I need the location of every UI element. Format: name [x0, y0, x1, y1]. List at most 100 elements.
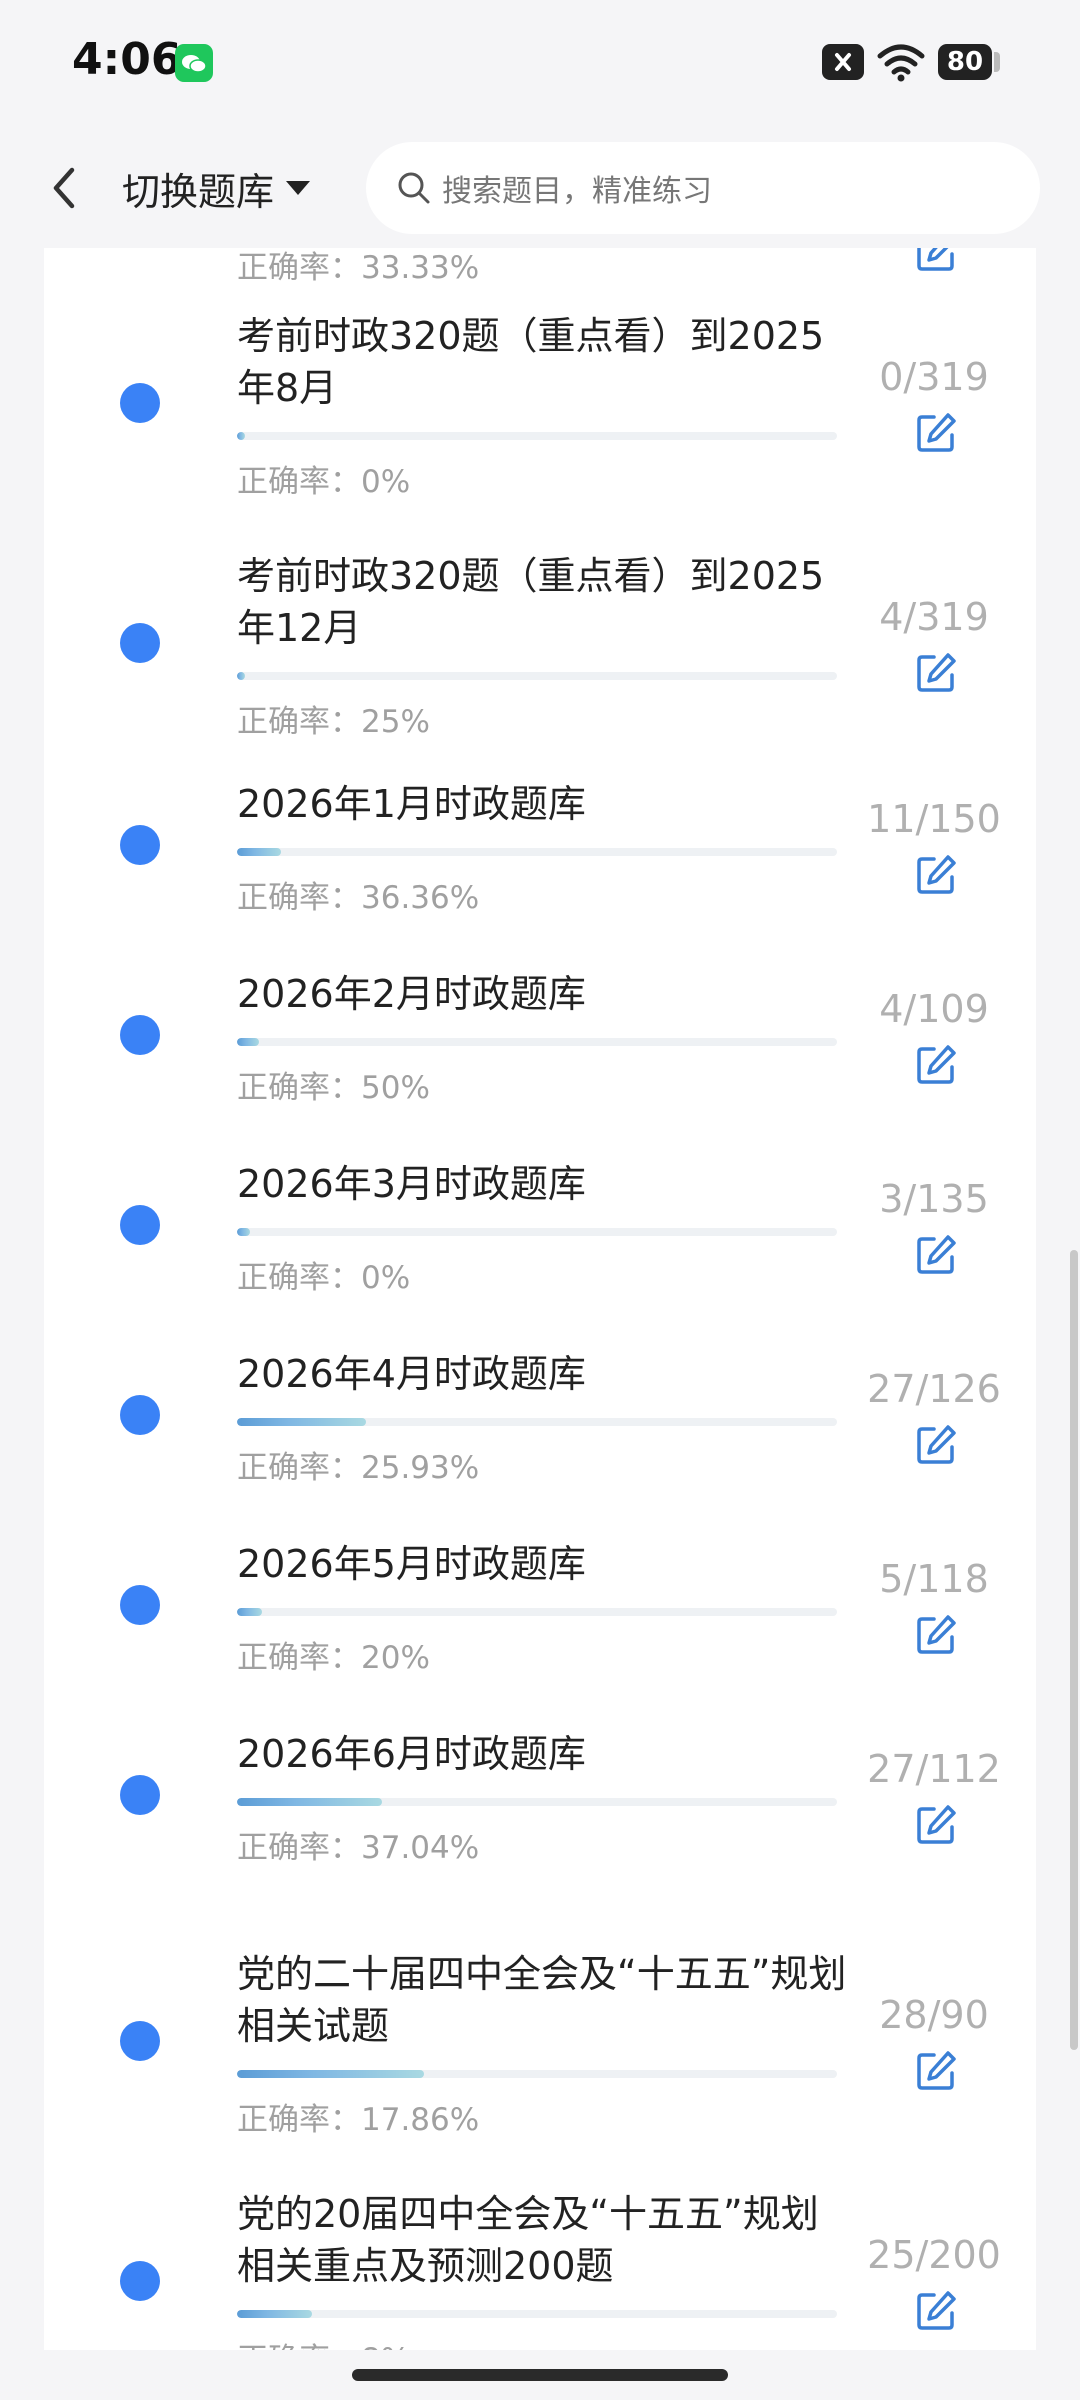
- list-item[interactable]: 2026年1月时政题库正确率：36.36% 11/150: [44, 778, 1036, 968]
- wifi-icon: [876, 40, 926, 84]
- search-icon: [398, 172, 430, 204]
- progress-bar: [237, 1038, 837, 1046]
- progress-bar: [237, 848, 837, 856]
- battery-tip: [994, 52, 1000, 72]
- progress-bar: [237, 1608, 837, 1616]
- status-time: 4:06: [72, 34, 182, 85]
- list-item[interactable]: 党的二十届四中全会及“十五五”规划相关试题正确率：17.86% 28/90: [44, 1948, 1036, 2186]
- wechat-icon: [175, 44, 213, 82]
- switch-bank-dropdown[interactable]: 切换题库: [122, 160, 311, 216]
- progress-count: 4/109: [879, 987, 989, 1031]
- status-bar: 4:06 80: [0, 0, 1080, 128]
- search-input[interactable]: 搜索题目，精准练习: [366, 142, 1040, 234]
- progress-count: 5/118: [879, 1557, 989, 1601]
- accuracy-text: 正确率：25.93%: [237, 1450, 480, 1486]
- list-item[interactable]: 2026年6月时政题库正确率：37.04% 27/112: [44, 1728, 1036, 1918]
- progress-count: 27/112: [867, 1747, 1001, 1791]
- list-item[interactable]: 考前时政320题（重点看）到2025年8月正确率：0% 0/319: [44, 310, 1036, 548]
- progress-fill: [237, 1038, 259, 1046]
- question-bank-list: 正确率：33.33% 考前时政320题（重点看）到2025年8月正确率：0% 0/…: [44, 248, 1036, 2350]
- search-placeholder: 搜索题目，精准练习: [442, 174, 712, 209]
- progress-fill: [237, 432, 245, 440]
- scrollbar[interactable]: [1070, 1250, 1078, 2050]
- progress-count: 28/90: [879, 1993, 989, 2037]
- accuracy-text: 正确率：25%: [237, 704, 430, 740]
- battery-level: 80: [938, 44, 992, 80]
- progress-fill: [237, 1798, 382, 1806]
- progress-count: 11/150: [867, 797, 1001, 841]
- top-nav-bar: 切换题库 搜索题目，精准练习: [0, 128, 1080, 248]
- progress-fill: [237, 2070, 424, 2078]
- accuracy-text: 正确率：17.86%: [237, 2102, 480, 2138]
- bullet-dot: [120, 2261, 160, 2301]
- edit-icon[interactable]: [914, 411, 958, 455]
- bullet-dot: [120, 623, 160, 663]
- bullet-dot: [120, 1205, 160, 1245]
- bullet-dot: [120, 1775, 160, 1815]
- list-item[interactable]: 2026年5月时政题库正确率：20% 5/118: [44, 1538, 1036, 1728]
- bank-title: 考前时政320题（重点看）到2025年12月: [237, 554, 825, 650]
- progress-bar: [237, 672, 837, 680]
- edit-icon[interactable]: [914, 1613, 958, 1657]
- accuracy-text: 正确率：50%: [237, 1070, 430, 1106]
- edit-icon[interactable]: [914, 1803, 958, 1847]
- switch-bank-label: 切换题库: [122, 169, 275, 214]
- progress-fill: [237, 848, 281, 856]
- bank-title: 2026年2月时政题库: [237, 972, 586, 1016]
- edit-icon[interactable]: [914, 853, 958, 897]
- bank-title: 党的二十届四中全会及“十五五”规划相关试题: [237, 1952, 847, 2048]
- accuracy-text: 正确率：0%: [237, 464, 411, 500]
- bank-title: 2026年1月时政题库: [237, 782, 586, 826]
- progress-bar: [237, 2310, 837, 2318]
- progress-fill: [237, 672, 245, 680]
- accuracy-text: 正确率：0%: [237, 1260, 411, 1296]
- edit-icon[interactable]: [914, 651, 958, 695]
- edit-icon[interactable]: [914, 248, 958, 274]
- progress-fill: [237, 1418, 366, 1426]
- accuracy-text: 正确率：36.36%: [237, 880, 480, 916]
- bank-title: 2026年3月时政题库: [237, 1162, 586, 1206]
- progress-bar: [237, 432, 837, 440]
- bullet-dot: [120, 1395, 160, 1435]
- edit-icon[interactable]: [914, 2289, 958, 2333]
- bullet-dot: [120, 825, 160, 865]
- progress-bar: [237, 1798, 837, 1806]
- progress-fill: [237, 1228, 250, 1236]
- bullet-dot: [120, 1585, 160, 1625]
- progress-count: 27/126: [867, 1367, 1001, 1411]
- progress-count: 4/319: [879, 595, 989, 639]
- list-item[interactable]: 2026年2月时政题库正确率：50% 4/109: [44, 968, 1036, 1158]
- progress-bar: [237, 1418, 837, 1426]
- progress-fill: [237, 2310, 312, 2318]
- progress-fill: [237, 1608, 262, 1616]
- bank-title: 2026年5月时政题库: [237, 1542, 586, 1586]
- list-item[interactable]: 党的20届四中全会及“十五五”规划相关重点及预测200题正确率：8% 25/200: [44, 2188, 1036, 2350]
- notification-x-icon: [822, 44, 864, 80]
- bank-title: 2026年6月时政题库: [237, 1732, 586, 1776]
- bullet-dot: [120, 383, 160, 423]
- accuracy-text: 正确率：8%: [237, 2334, 410, 2350]
- home-indicator[interactable]: [352, 2369, 728, 2381]
- edit-icon[interactable]: [914, 1043, 958, 1087]
- progress-bar: [237, 1228, 837, 1236]
- bank-title: 党的20届四中全会及“十五五”规划相关重点及预测200题: [237, 2192, 819, 2288]
- accuracy-text: 正确率：37.04%: [237, 1830, 480, 1866]
- bank-title: 考前时政320题（重点看）到2025年8月: [237, 314, 825, 410]
- list-item[interactable]: 考前时政320题（重点看）到2025年12月正确率：25% 4/319: [44, 550, 1036, 788]
- bullet-dot: [120, 2021, 160, 2061]
- edit-icon[interactable]: [914, 2049, 958, 2093]
- edit-icon[interactable]: [914, 1233, 958, 1277]
- list-item[interactable]: 2026年4月时政题库正确率：25.93% 27/126: [44, 1348, 1036, 1538]
- bank-title: 2026年4月时政题库: [237, 1352, 586, 1396]
- bullet-dot: [120, 1015, 160, 1055]
- progress-count: 3/135: [879, 1177, 989, 1221]
- progress-count: 25/200: [867, 2233, 1001, 2277]
- back-chevron-icon[interactable]: [44, 162, 84, 214]
- progress-count: 0/319: [879, 355, 989, 399]
- partial-accuracy-text: 正确率：33.33%: [237, 250, 480, 286]
- edit-icon[interactable]: [914, 1423, 958, 1467]
- progress-bar: [237, 2070, 837, 2078]
- caret-down-icon: [286, 181, 311, 195]
- accuracy-text: 正确率：20%: [237, 1640, 430, 1676]
- list-item[interactable]: 2026年3月时政题库正确率：0% 3/135: [44, 1158, 1036, 1348]
